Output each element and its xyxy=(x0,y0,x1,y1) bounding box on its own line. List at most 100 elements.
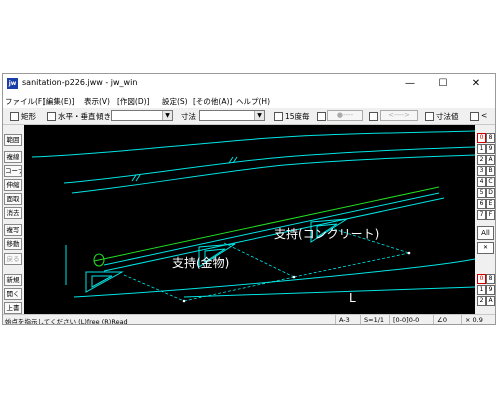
dim-line-4 xyxy=(223,242,295,278)
layer-group-A-button[interactable]: A xyxy=(486,296,495,306)
pipe-mid-line xyxy=(103,192,440,266)
title-bar: jw sanitation-p226.jww - jw_win — ☐ ✕ xyxy=(3,74,495,94)
menu-edit[interactable]: [編集(E)] xyxy=(43,96,74,107)
layer-8-button[interactable]: 8 xyxy=(486,133,495,143)
circle-checkbox[interactable] xyxy=(317,112,326,121)
layer-1-button[interactable]: 1 xyxy=(477,144,486,154)
layer-group-9-button[interactable]: 9 xyxy=(486,285,495,295)
label-L-right: L xyxy=(349,291,356,305)
dim-line-3 xyxy=(183,276,295,302)
lt-checkbox[interactable] xyxy=(470,112,479,121)
status-message: 始点を指示してください (L)free (R)Read xyxy=(5,318,128,325)
window-title: sanitation-p226.jww - jw_win xyxy=(22,78,138,87)
menu-settings[interactable]: 設定(S) xyxy=(162,96,188,107)
bracket-left xyxy=(85,271,124,293)
layer-group-1-button[interactable]: 1 xyxy=(477,285,486,295)
layer-E-button[interactable]: E xyxy=(486,199,495,209)
minimize-button[interactable]: — xyxy=(397,76,423,91)
deg15-checkbox[interactable] xyxy=(274,112,283,121)
jw-win-window: jw sanitation-p226.jww - jw_win — ☐ ✕ ファ… xyxy=(2,73,496,325)
tool-chamfer[interactable]: 面取 xyxy=(4,193,22,205)
layer-A-button[interactable]: A xyxy=(486,155,495,165)
layer-6-button[interactable]: 6 xyxy=(477,199,486,209)
layer-all-button[interactable]: All xyxy=(477,226,494,240)
layer-group-0-button[interactable]: 0 xyxy=(477,274,486,284)
lt-label: < xyxy=(481,111,488,120)
layer-x-button[interactable]: ✕ xyxy=(477,242,494,254)
layer-D-button[interactable]: D xyxy=(486,188,495,198)
dim-point xyxy=(182,299,186,303)
dim-label: 寸法 xyxy=(181,112,196,121)
angle-display[interactable]: ∠0 xyxy=(433,315,447,324)
tool-copy[interactable]: 複写 xyxy=(4,224,22,236)
dim-combo[interactable]: ▼ xyxy=(199,110,265,121)
layer-7-button[interactable]: 7 xyxy=(477,210,486,220)
tool-move[interactable]: 移動 xyxy=(4,238,22,250)
left-tool-palette: 範囲 複線 コーナー 伸縮 面取 消去 複写 移動 戻る 新規 開く 上書 xyxy=(3,125,23,314)
drawing-canvas[interactable]: 支持(コンクリート) 支持(金物) L L xyxy=(24,125,476,324)
close-button[interactable]: ✕ xyxy=(463,76,489,91)
dim-line-5 xyxy=(293,252,410,278)
dim-point xyxy=(292,275,296,279)
dimval-checkbox[interactable] xyxy=(425,112,434,121)
tool-overwrite[interactable]: 上書 xyxy=(4,302,22,314)
label-support-metal: 支持(金物) xyxy=(172,255,229,270)
dimval-label: 寸法値 xyxy=(436,112,459,121)
wall-mid-line-2 xyxy=(71,154,476,194)
status-bar: 始点を指示してください (L)free (R)Read A-3 S=1/1 [0… xyxy=(3,314,495,325)
dim-line-2 xyxy=(123,274,185,302)
circle-style-button[interactable]: ●---- xyxy=(327,110,363,121)
tool-stretch[interactable]: 伸縮 xyxy=(4,179,22,191)
drawing-svg: 支持(コンクリート) 支持(金物) L L xyxy=(31,130,476,324)
toolbar: 矩形 水平・垂直 傾き ▼ 寸法 ▼ 15度毎 ●---- <----> 寸法値… xyxy=(3,108,495,125)
deg15-label: 15度毎 xyxy=(285,112,310,121)
layer-C-button[interactable]: C xyxy=(486,177,495,187)
menu-bar: ファイル(F) [編集(E)] 表示(V) [作図(D)] 設定(S) [その他… xyxy=(3,94,495,108)
zoom-display[interactable]: × 0.9 xyxy=(461,315,483,324)
rect-checkbox[interactable] xyxy=(10,112,19,121)
horiz-vert-label: 水平・垂直 xyxy=(58,112,96,121)
layer-5-button[interactable]: 5 xyxy=(477,188,486,198)
tool-erase[interactable]: 消去 xyxy=(4,207,22,219)
tool-corner[interactable]: コーナー xyxy=(4,165,22,177)
slope-label: 傾き xyxy=(96,112,111,121)
layer-B-button[interactable]: B xyxy=(486,166,495,176)
paper-size[interactable]: A-3 xyxy=(335,315,350,324)
layer-4-button[interactable]: 4 xyxy=(477,177,486,187)
tool-undo[interactable]: 戻る xyxy=(4,253,22,265)
menu-other[interactable]: [その他(A)] xyxy=(193,96,232,107)
menu-view[interactable]: 表示(V) xyxy=(84,96,110,107)
horiz-vert-checkbox[interactable] xyxy=(47,112,56,121)
layer-2-button[interactable]: 2 xyxy=(477,155,486,165)
jw-app-icon: jw xyxy=(7,78,18,89)
layer-group-8-button[interactable]: 8 xyxy=(486,274,495,284)
tool-offset[interactable]: 複線 xyxy=(4,151,22,163)
dim-point xyxy=(407,251,411,255)
layer-3-button[interactable]: 3 xyxy=(477,166,486,176)
menu-draw[interactable]: [作図(D)] xyxy=(117,96,149,107)
layer-display[interactable]: [0-0]0-0 xyxy=(389,315,419,324)
pipe-upper-line xyxy=(93,186,440,262)
rect-label: 矩形 xyxy=(21,112,36,121)
layer-0-button[interactable]: 0 xyxy=(477,133,486,143)
layer-group-2-button[interactable]: 2 xyxy=(477,296,486,306)
scale-display[interactable]: S=1/1 xyxy=(360,315,384,324)
maximize-button[interactable]: ☐ xyxy=(430,76,456,91)
layer-F-button[interactable]: F xyxy=(486,210,495,220)
chevron-down-icon[interactable]: ▼ xyxy=(254,111,264,120)
wall-mid-line xyxy=(63,146,476,184)
arrow-style-button[interactable]: <----> xyxy=(380,110,418,121)
wall-upper-line xyxy=(31,130,476,158)
menu-help[interactable]: ヘルプ(H) xyxy=(236,96,270,107)
menu-file[interactable]: ファイル(F) xyxy=(5,96,45,107)
arrow-checkbox[interactable] xyxy=(369,112,378,121)
chevron-down-icon[interactable]: ▼ xyxy=(162,111,172,120)
tool-open[interactable]: 開く xyxy=(4,288,22,300)
tool-new[interactable]: 新規 xyxy=(4,274,22,286)
layer-palette: 0 8 1 9 2 A 3 B 4 C 5 D 6 E 7 F All ✕ 0 … xyxy=(476,125,495,314)
slope-combo[interactable]: ▼ xyxy=(111,110,173,121)
tool-range[interactable]: 範囲 xyxy=(4,134,22,146)
layer-9-button[interactable]: 9 xyxy=(486,144,495,154)
floor-line-2 xyxy=(183,286,476,298)
label-support-concrete: 支持(コンクリート) xyxy=(274,226,379,241)
